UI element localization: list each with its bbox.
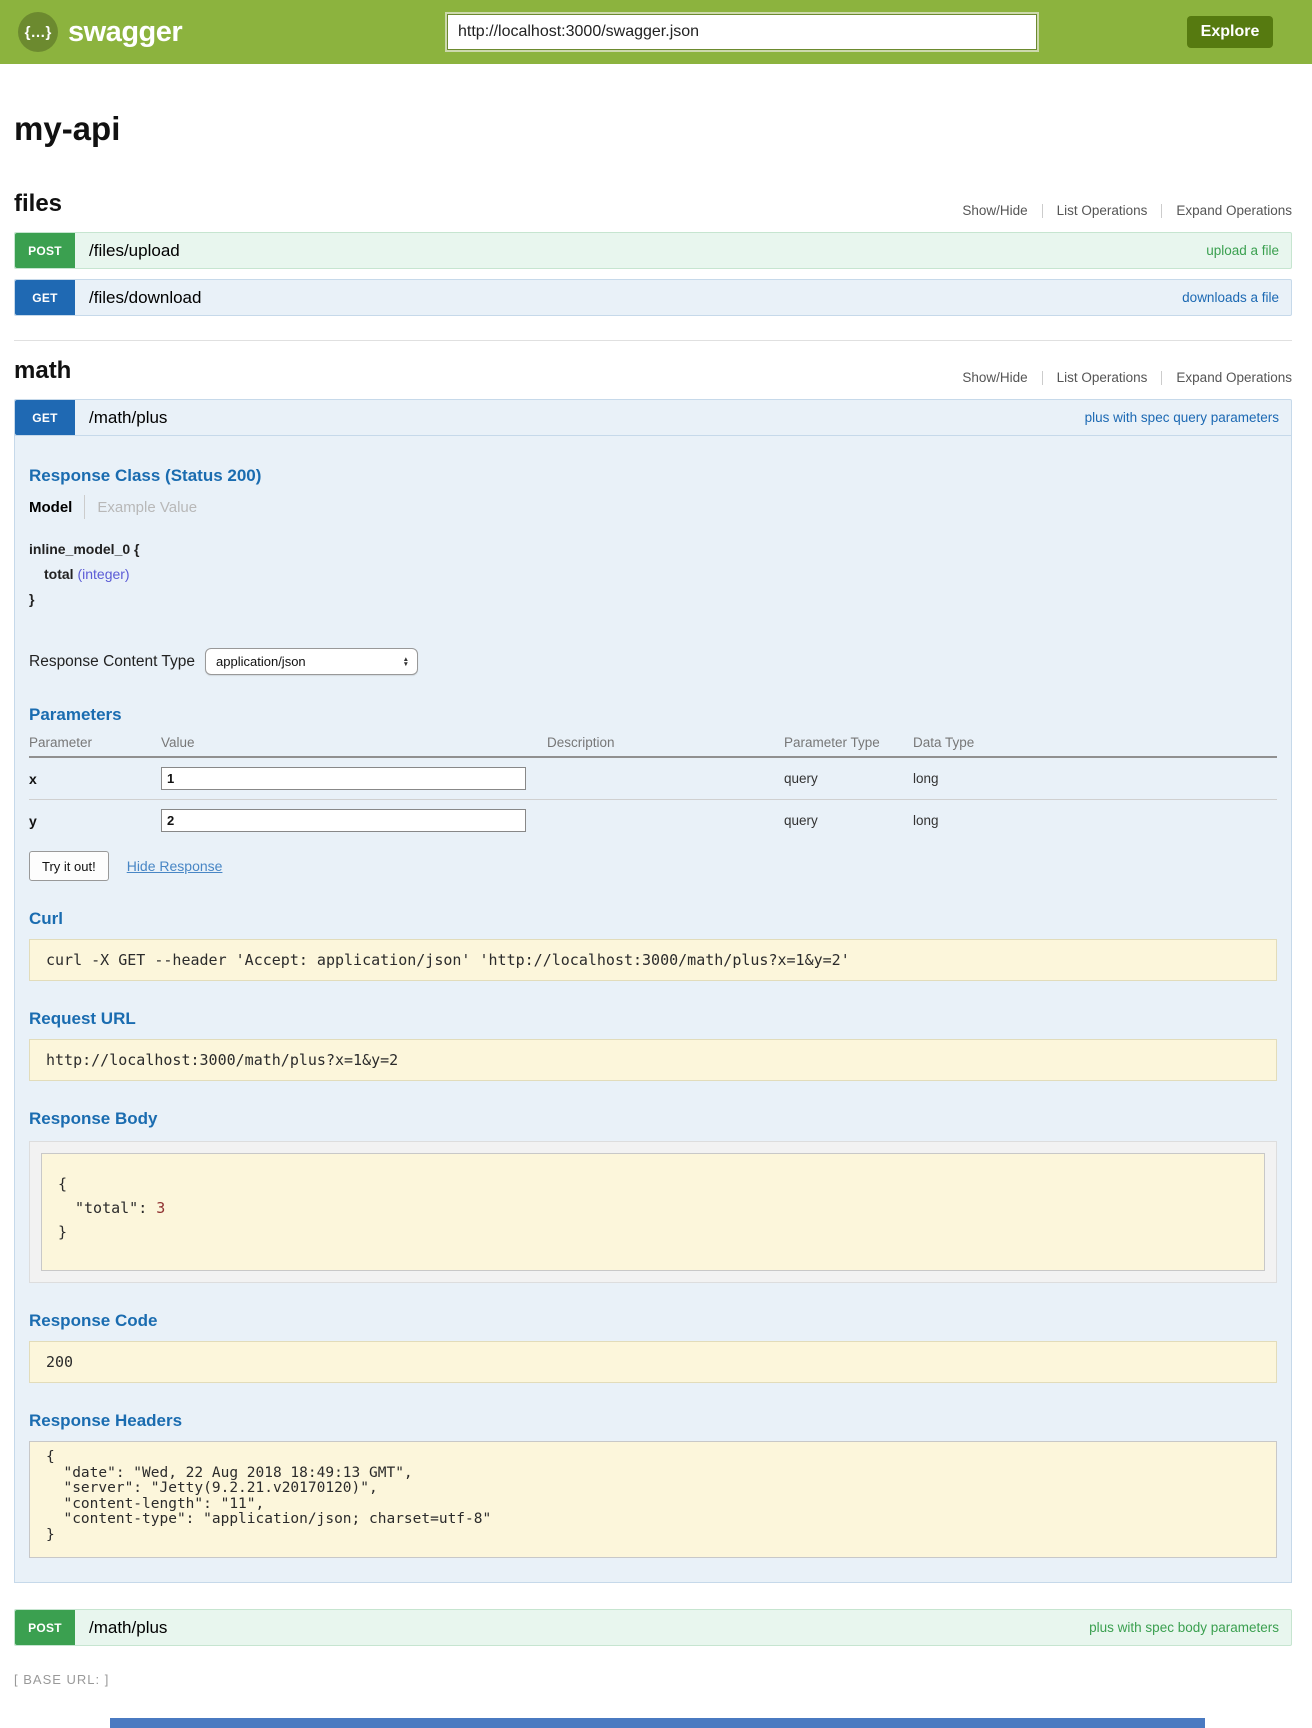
operation-path[interactable]: /math/plus (89, 408, 167, 428)
parameters-table: Parameter Value Description Parameter Ty… (29, 731, 1277, 841)
response-body-json: { "total": 3 } (41, 1153, 1265, 1271)
operation-summary[interactable]: upload a file (1206, 243, 1279, 258)
link-separator (1161, 204, 1162, 218)
tab-separator (84, 495, 85, 519)
bottom-bar (110, 1718, 1205, 1728)
operation-row-get-math-plus[interactable]: GET /math/plus plus with spec query para… (14, 399, 1292, 436)
link-separator (1161, 371, 1162, 385)
http-method-badge: GET (15, 400, 75, 435)
json-open-brace: { (58, 1172, 1248, 1196)
param-value-input-x[interactable] (161, 767, 526, 790)
param-name: y (29, 813, 37, 829)
json-close-brace: } (58, 1220, 1248, 1244)
swagger-logo-icon: {…} (18, 12, 58, 52)
param-row-y: y query long (29, 800, 1277, 842)
curl-heading: Curl (29, 909, 1277, 929)
response-class-heading: Response Class (Status 200) (29, 466, 1277, 486)
http-method-badge: POST (15, 233, 75, 268)
try-it-out-button[interactable]: Try it out! (29, 851, 109, 881)
http-method-badge: POST (15, 1610, 75, 1645)
col-header-parameter: Parameter (29, 731, 161, 757)
operation-summary[interactable]: plus with spec body parameters (1089, 1620, 1279, 1635)
response-body-container: { "total": 3 } (29, 1141, 1277, 1283)
operation-path[interactable]: /math/plus (89, 1618, 167, 1638)
list-operations-link[interactable]: List Operations (1057, 370, 1148, 385)
col-header-value: Value (161, 731, 547, 757)
show-hide-link[interactable]: Show/Hide (962, 203, 1027, 218)
select-value: application/json (216, 654, 306, 669)
param-data-type: long (913, 757, 1277, 800)
param-value-input-y[interactable] (161, 809, 526, 832)
swagger-logo[interactable]: {…} swagger (18, 12, 182, 52)
expand-operations-link[interactable]: Expand Operations (1176, 203, 1292, 218)
col-header-data-type: Data Type (913, 731, 1277, 757)
hide-response-link[interactable]: Hide Response (127, 858, 223, 874)
param-name: x (29, 771, 37, 787)
param-row-x: x query long (29, 757, 1277, 800)
response-code-heading: Response Code (29, 1311, 1277, 1331)
section-title-files[interactable]: files (14, 190, 62, 218)
operation-path[interactable]: /files/download (89, 288, 201, 308)
operation-detail-panel: Response Class (Status 200) Model Exampl… (14, 436, 1292, 1583)
tab-example-value[interactable]: Example Value (97, 499, 197, 516)
param-type: query (784, 757, 913, 800)
link-separator (1042, 204, 1043, 218)
link-separator (1042, 371, 1043, 385)
swagger-logo-text: swagger (68, 16, 182, 49)
explore-button[interactable]: Explore (1187, 16, 1273, 48)
model-property-type: (integer) (77, 566, 129, 582)
swagger-url-input[interactable] (447, 14, 1037, 50)
operation-row-get-files-download[interactable]: GET /files/download downloads a file (14, 279, 1292, 316)
section-title-math[interactable]: math (14, 357, 71, 385)
section-divider (14, 340, 1292, 341)
response-body-heading: Response Body (29, 1109, 1277, 1129)
http-method-badge: GET (15, 280, 75, 315)
col-header-parameter-type: Parameter Type (784, 731, 913, 757)
response-content-type-label: Response Content Type (29, 653, 195, 671)
param-data-type: long (913, 800, 1277, 842)
expand-operations-link[interactable]: Expand Operations (1176, 370, 1292, 385)
operation-row-post-files-upload[interactable]: POST /files/upload upload a file (14, 232, 1292, 269)
response-content-type-select[interactable]: application/json ▲▼ (205, 648, 418, 675)
base-url-label: [ BASE URL: ] (14, 1672, 1292, 1687)
operation-row-post-math-plus[interactable]: POST /math/plus plus with spec body para… (14, 1609, 1292, 1646)
response-headers-box: { "date": "Wed, 22 Aug 2018 18:49:13 GMT… (29, 1441, 1277, 1558)
json-key: "total": (75, 1199, 156, 1217)
tab-model[interactable]: Model (29, 499, 72, 516)
list-operations-link[interactable]: List Operations (1057, 203, 1148, 218)
param-description (547, 757, 784, 800)
json-value: 3 (156, 1199, 165, 1217)
operation-summary[interactable]: downloads a file (1182, 290, 1279, 305)
response-headers-heading: Response Headers (29, 1411, 1277, 1431)
show-hide-link[interactable]: Show/Hide (962, 370, 1027, 385)
response-headers-json: { "date": "Wed, 22 Aug 2018 18:49:13 GMT… (46, 1450, 1260, 1543)
operation-summary[interactable]: plus with spec query parameters (1085, 410, 1279, 425)
model-signature: inline_model_0 { total (integer) } (29, 537, 1277, 612)
section-header-files: files Show/Hide List Operations Expand O… (14, 190, 1292, 218)
model-name: inline_model_0 { (29, 537, 1277, 562)
select-arrows-icon: ▲▼ (403, 657, 409, 667)
page-title: my-api (14, 110, 1292, 148)
model-tabs: Model Example Value (29, 495, 1277, 519)
col-header-description: Description (547, 731, 784, 757)
curl-command-box: curl -X GET --header 'Accept: applicatio… (29, 939, 1277, 981)
operation-path[interactable]: /files/upload (89, 241, 180, 261)
parameters-heading: Parameters (29, 705, 1277, 725)
model-property-name: total (44, 566, 74, 582)
top-header-bar: {…} swagger Explore (0, 0, 1312, 64)
model-close-brace: } (29, 587, 1277, 612)
response-code-box: 200 (29, 1341, 1277, 1383)
request-url-heading: Request URL (29, 1009, 1277, 1029)
section-header-math: math Show/Hide List Operations Expand Op… (14, 357, 1292, 385)
param-type: query (784, 800, 913, 842)
param-description (547, 800, 784, 842)
request-url-box: http://localhost:3000/math/plus?x=1&y=2 (29, 1039, 1277, 1081)
